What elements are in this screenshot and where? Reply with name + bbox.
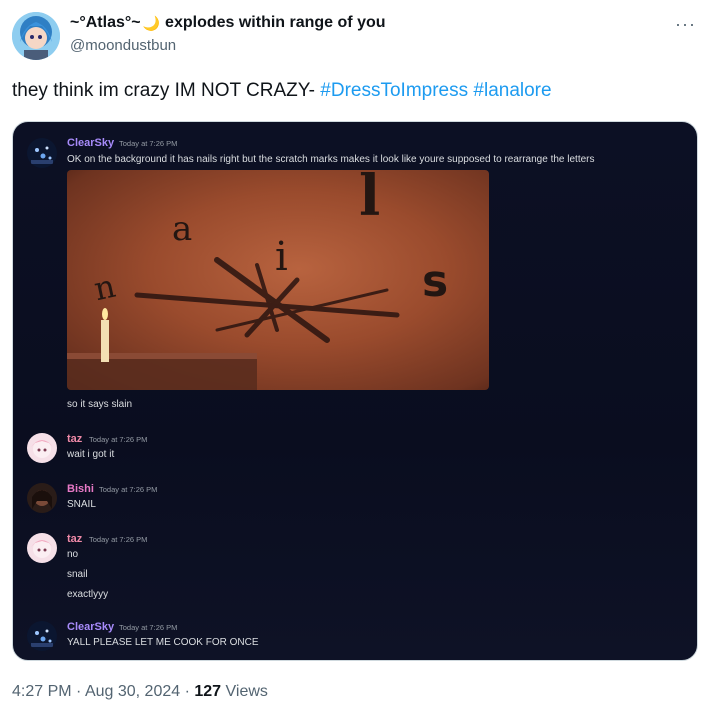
view-count: 127 <box>194 683 222 700</box>
bishi-avatar <box>27 483 57 513</box>
image-letter-i: i <box>275 234 288 280</box>
hashtag-link[interactable]: #lanalore <box>473 80 551 101</box>
profile-avatar[interactable] <box>12 12 60 60</box>
tweet-text: they think im crazy IM NOT CRAZY- #Dress… <box>12 80 552 102</box>
views-label: Views <box>221 683 268 700</box>
message-text: SNAIL <box>67 499 96 510</box>
taz-avatar <box>27 533 57 563</box>
message-text: OK on the background it has nails right … <box>67 154 595 165</box>
image-letter-a: a <box>172 209 192 249</box>
message-text: exactlyyy <box>67 589 109 600</box>
user-handle[interactable]: @moondustbun <box>70 37 176 54</box>
message-author[interactable]: taz <box>67 533 82 545</box>
message-text: so it says slain <box>67 399 133 410</box>
tweet-media-image[interactable]: ClearSky Today at 7:26 PM OK on the back… <box>12 121 698 661</box>
message-timestamp: Today at 7:26 PM <box>89 435 148 444</box>
tweet-date[interactable]: Aug 30, 2024 <box>85 683 180 700</box>
message-author[interactable]: Bishi <box>67 483 94 495</box>
image-letter-s: s <box>422 256 448 307</box>
meta-separator: · <box>180 683 195 700</box>
message-author[interactable]: ClearSky <box>67 137 114 149</box>
image-letter-l: l <box>359 170 380 229</box>
taz-avatar <box>27 433 57 463</box>
tweet-time[interactable]: 4:27 PM <box>12 683 72 700</box>
display-name-suffix: explodes within range of you <box>165 14 386 31</box>
meta-separator: · <box>71 683 85 700</box>
clearsky-avatar <box>27 621 57 651</box>
message-text: wait i got it <box>67 449 115 460</box>
tweet-body: they think im crazy IM NOT CRAZY- <box>12 80 321 101</box>
hashtag-link[interactable]: #DressToImpress <box>320 80 468 101</box>
image-letter-n: n <box>91 267 119 308</box>
tweet-meta: 4:27 PM · Aug 30, 2024 · 127 Views <box>12 683 268 701</box>
display-name[interactable]: ~°Atlas°~ 🌙 explodes within range of you <box>70 14 386 32</box>
message-timestamp: Today at 7:26 PM <box>89 535 148 544</box>
message-text: snail <box>67 569 88 580</box>
display-name-text: ~°Atlas°~ <box>70 14 141 31</box>
message-text: YALL PLEASE LET ME COOK FOR ONCE <box>67 637 259 648</box>
message-timestamp: Today at 7:26 PM <box>119 139 178 148</box>
message-author[interactable]: taz <box>67 433 82 445</box>
message-timestamp: Today at 7:26 PM <box>99 485 158 494</box>
message-text: no <box>67 549 79 560</box>
message-timestamp: Today at 7:26 PM <box>119 623 178 632</box>
more-options-icon[interactable]: ··· <box>675 14 696 35</box>
moon-emoji-icon: 🌙 <box>142 14 161 31</box>
clearsky-avatar <box>27 138 57 168</box>
message-author[interactable]: ClearSky <box>67 621 114 633</box>
embedded-image[interactable]: a l i n s <box>67 170 489 390</box>
